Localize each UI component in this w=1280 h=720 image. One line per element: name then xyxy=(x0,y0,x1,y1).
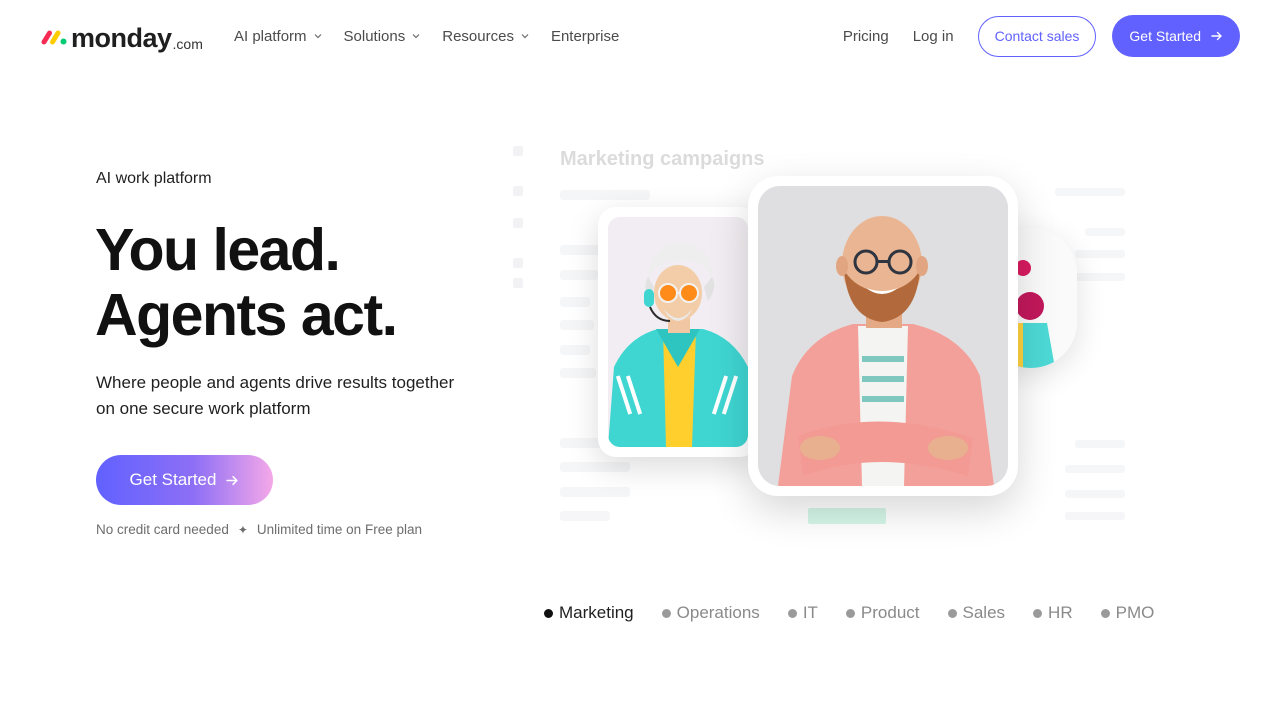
tab-product[interactable]: Product xyxy=(845,603,920,623)
nav-item-label: Enterprise xyxy=(550,27,620,45)
note-free-plan: Unlimited time on Free plan xyxy=(256,522,422,537)
tab-indicator-dot xyxy=(845,608,855,618)
board-row xyxy=(560,297,590,307)
chevron-down-icon xyxy=(521,34,529,39)
board-row xyxy=(560,320,594,330)
note-no-credit-card: No credit card needed xyxy=(96,522,229,537)
headline-line-1: You lead. xyxy=(95,217,341,283)
login-link[interactable]: Log in xyxy=(913,28,954,45)
tab-label: Marketing xyxy=(559,603,634,622)
tab-label: HR xyxy=(1048,603,1073,622)
nav-solutions[interactable]: Solutions xyxy=(344,24,421,48)
tab-marketing[interactable]: Marketing xyxy=(544,603,634,623)
hero-subtext: Where people and agents drive results to… xyxy=(96,373,455,418)
agent-card xyxy=(598,207,758,457)
board-sidebar-icon xyxy=(513,146,523,156)
tab-hr[interactable]: HR xyxy=(1033,603,1073,623)
board-cell xyxy=(1075,250,1125,258)
sparkle-icon: ✦ xyxy=(237,522,248,537)
tab-label: Sales xyxy=(962,603,1006,622)
cta-label: Get Started xyxy=(129,470,217,489)
tab-label: Product xyxy=(860,603,920,622)
tab-indicator-dot xyxy=(1033,608,1043,618)
arrow-right-icon xyxy=(1211,31,1222,41)
board-row xyxy=(560,270,598,280)
hero-note: No credit card needed ✦ Unlimited time o… xyxy=(96,522,422,537)
tab-indicator-dot xyxy=(787,608,797,618)
logo-suffix: .com xyxy=(172,36,203,52)
board-sidebar-icon xyxy=(513,218,523,228)
board-sidebar-icon xyxy=(513,278,523,288)
nav-enterprise[interactable]: Enterprise xyxy=(551,24,619,48)
board-row xyxy=(560,245,600,255)
person-illustration xyxy=(758,186,1008,486)
status-badge xyxy=(808,508,886,524)
tab-label: IT xyxy=(802,603,818,622)
tab-operations[interactable]: Operations xyxy=(661,603,760,623)
pricing-link[interactable]: Pricing xyxy=(843,28,889,45)
tab-indicator-dot xyxy=(661,608,671,618)
board-cell xyxy=(1075,273,1125,281)
nav-item-label: AI platform xyxy=(234,27,307,45)
tab-label: PMO xyxy=(1115,603,1155,622)
agent-avatar-illustration xyxy=(608,217,748,447)
tab-indicator-dot xyxy=(947,608,957,618)
board-cell xyxy=(1065,490,1125,498)
tab-label: Operations xyxy=(676,603,760,622)
chevron-down-icon xyxy=(412,34,420,39)
board-column-header xyxy=(1055,188,1125,196)
board-row xyxy=(560,345,590,355)
board-cell xyxy=(1065,512,1125,520)
agent-image xyxy=(608,217,748,447)
tab-sales[interactable]: Sales xyxy=(947,603,1006,623)
board-sidebar-icon xyxy=(513,186,523,196)
header-actions: Pricing Log in Contact sales Get Started xyxy=(843,15,1240,57)
board-cell xyxy=(1075,440,1125,448)
board-sidebar-icon xyxy=(513,258,523,268)
get-started-label: Get Started xyxy=(1129,28,1201,44)
tab-indicator-dot xyxy=(1100,608,1110,618)
board-title: Marketing campaigns xyxy=(560,148,765,170)
hero-get-started-button[interactable]: Get Started xyxy=(96,455,273,505)
contact-sales-button[interactable]: Contact sales xyxy=(977,15,1097,57)
main-nav: AI platform Solutions Resources Enterpri… xyxy=(234,24,641,48)
person-card xyxy=(748,176,1018,496)
contact-sales-label: Contact sales xyxy=(994,28,1080,44)
person-photo xyxy=(758,186,1008,486)
board-row xyxy=(560,462,630,472)
department-tabs: Marketing Operations IT Product Sales HR… xyxy=(544,603,1154,623)
board-row xyxy=(560,511,610,521)
monday-logo-icon xyxy=(41,30,67,45)
chevron-down-icon xyxy=(314,34,321,39)
tab-pmo[interactable]: PMO xyxy=(1100,603,1155,623)
monday-logo[interactable]: monday .com xyxy=(40,20,203,52)
nav-item-label: Solutions xyxy=(343,27,406,45)
board-row xyxy=(560,368,596,378)
nav-resources[interactable]: Resources xyxy=(442,24,529,48)
hero-headline: You lead. Agents act. xyxy=(95,217,398,348)
headline-line-2: Agents act. xyxy=(95,282,398,348)
board-cell xyxy=(1085,228,1125,236)
board-row xyxy=(560,487,630,497)
tab-indicator-dot xyxy=(544,608,553,618)
nav-item-label: Resources xyxy=(442,27,514,45)
nav-ai-platform[interactable]: AI platform xyxy=(234,24,322,48)
hero-eyebrow: AI work platform xyxy=(96,170,212,187)
board-row xyxy=(560,190,650,200)
tab-it[interactable]: IT xyxy=(787,603,818,623)
board-cell xyxy=(1065,465,1125,473)
arrow-right-icon xyxy=(226,475,239,485)
header-get-started-button[interactable]: Get Started xyxy=(1112,15,1240,57)
site-header: monday .com AI platform Solutions Resour… xyxy=(0,0,1280,72)
logo-wordmark: monday xyxy=(71,23,172,53)
